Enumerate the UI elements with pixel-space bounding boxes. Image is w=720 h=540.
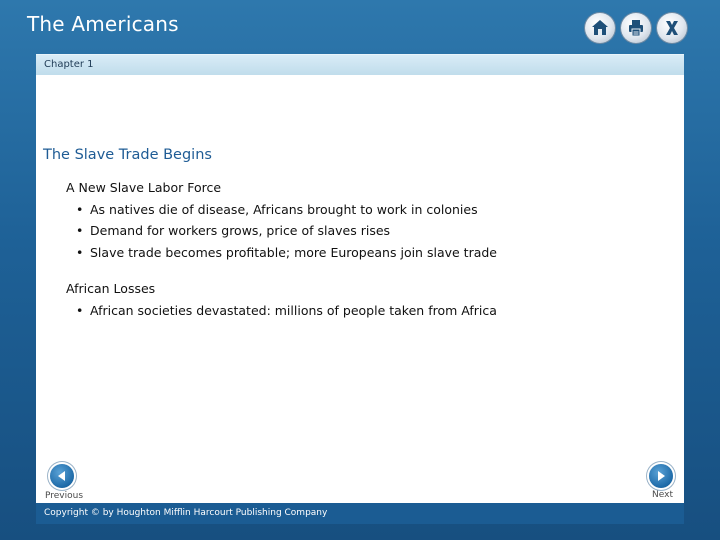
bullet-item: Demand for workers grows, price of slave… [76,223,390,238]
app-title: The Americans [27,12,179,36]
previous-button[interactable] [50,464,74,488]
home-icon [592,20,608,35]
bullet-item: As natives die of disease, Africans brou… [76,202,478,217]
chapter-bar: Chapter 1 [36,54,684,76]
bullet-item: Slave trade becomes profitable; more Eur… [76,245,497,260]
next-label[interactable]: Next [652,490,673,500]
bullet-item: African societies devastated: millions o… [76,303,497,318]
close-button[interactable] [657,13,687,43]
print-button[interactable] [621,13,651,43]
section-heading: African Losses [66,281,156,296]
arrow-left-icon [58,471,65,481]
copyright-text: Copyright © by Houghton Mifflin Harcourt… [44,508,328,518]
chapter-label: Chapter 1 [44,59,94,70]
print-icon [629,20,643,37]
arrow-right-icon [658,471,665,481]
close-icon [666,21,678,35]
home-button[interactable] [585,13,615,43]
window-frame: The Americans Chapter 1 The Slave Trade … [0,0,720,540]
slide-title: The Slave Trade Begins [43,147,212,163]
footer-bar: Copyright © by Houghton Mifflin Harcourt… [36,503,684,524]
next-button[interactable] [649,464,673,488]
previous-label[interactable]: Previous [45,491,83,501]
slide-content: The Slave Trade Begins A New Slave Labor… [36,75,684,503]
section-heading: A New Slave Labor Force [66,180,222,195]
